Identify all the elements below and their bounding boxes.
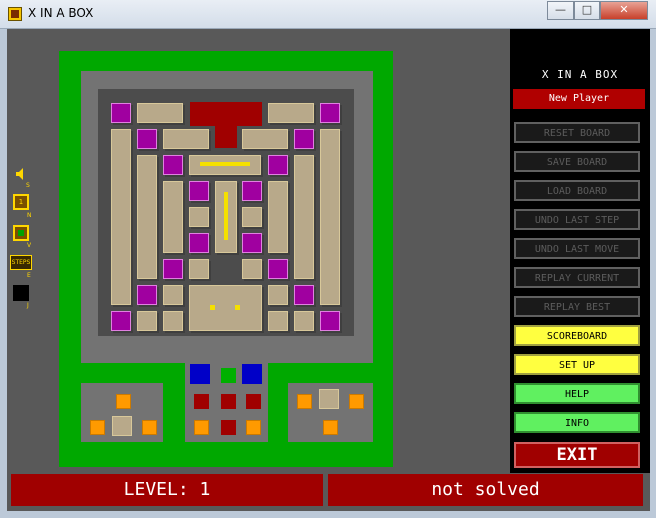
tray-tile[interactable] bbox=[242, 364, 262, 384]
bar-piece[interactable] bbox=[242, 129, 288, 149]
reset-board-button[interactable]: RESET BOARD bbox=[514, 122, 640, 143]
solve-status: not solved bbox=[328, 474, 643, 506]
steps-label: E bbox=[27, 272, 31, 279]
undo-last-step-button[interactable]: UNDO LAST STEP bbox=[514, 209, 640, 230]
purple-block[interactable] bbox=[242, 181, 262, 201]
bar-piece[interactable] bbox=[268, 103, 314, 123]
tray-tile[interactable] bbox=[221, 394, 236, 409]
bar-piece[interactable] bbox=[320, 129, 340, 305]
undo-last-move-button[interactable]: UNDO LAST MOVE bbox=[514, 238, 640, 259]
tray-tile[interactable] bbox=[246, 420, 261, 435]
tray-tile[interactable] bbox=[221, 368, 236, 383]
purple-block[interactable] bbox=[294, 285, 314, 305]
bar-piece[interactable] bbox=[163, 129, 209, 149]
bar-piece[interactable] bbox=[189, 285, 262, 331]
steps-icon[interactable]: STEPS bbox=[10, 255, 32, 270]
bar-piece[interactable] bbox=[294, 311, 314, 331]
bar-piece[interactable] bbox=[163, 181, 183, 253]
target-dot bbox=[235, 305, 240, 310]
exit-button[interactable]: EXIT bbox=[514, 442, 640, 468]
minimize-button[interactable]: — bbox=[547, 1, 574, 20]
black-square-icon[interactable] bbox=[13, 285, 29, 301]
yellow-marker bbox=[224, 192, 228, 240]
bar-piece[interactable] bbox=[137, 155, 157, 279]
replay-current-button[interactable]: REPLAY CURRENT bbox=[514, 267, 640, 288]
purple-block[interactable] bbox=[189, 233, 209, 253]
bar-piece[interactable] bbox=[242, 259, 262, 279]
purple-block[interactable] bbox=[163, 259, 183, 279]
window-title: X IN A BOX bbox=[28, 6, 94, 20]
level-indicator: LEVEL: 1 bbox=[11, 474, 323, 506]
bar-piece[interactable] bbox=[163, 285, 183, 305]
purple-block[interactable] bbox=[111, 103, 131, 123]
purple-block[interactable] bbox=[137, 129, 157, 149]
yellow-marker bbox=[200, 162, 250, 166]
info-button[interactable]: INFO bbox=[514, 412, 640, 433]
tray-tile[interactable] bbox=[190, 364, 210, 384]
tray-tile[interactable] bbox=[319, 389, 339, 409]
tray-tile[interactable] bbox=[349, 394, 364, 409]
purple-block[interactable] bbox=[137, 285, 157, 305]
tray-tile[interactable] bbox=[297, 394, 312, 409]
bar-piece[interactable] bbox=[268, 311, 288, 331]
purple-block[interactable] bbox=[189, 181, 209, 201]
bar-piece[interactable] bbox=[242, 207, 262, 227]
sound-icon[interactable] bbox=[16, 165, 26, 180]
panel-title: X IN A BOX bbox=[541, 68, 619, 81]
app-icon bbox=[8, 7, 22, 21]
maximize-button[interactable]: □ bbox=[574, 1, 600, 20]
purple-block[interactable] bbox=[320, 311, 340, 331]
bar-piece[interactable] bbox=[137, 311, 157, 331]
level-number-label: N bbox=[27, 212, 32, 219]
purple-block[interactable] bbox=[268, 259, 288, 279]
tray-tile[interactable] bbox=[323, 420, 338, 435]
tray-tile[interactable] bbox=[194, 420, 209, 435]
tray-tile[interactable] bbox=[112, 416, 132, 436]
bar-piece[interactable] bbox=[189, 207, 209, 227]
sound-label: S bbox=[26, 182, 30, 189]
level-number-icon[interactable]: 1 bbox=[13, 194, 29, 210]
view-icon[interactable] bbox=[13, 225, 29, 241]
bar-piece[interactable] bbox=[189, 259, 209, 279]
black-square-label: J bbox=[27, 302, 29, 309]
bar-piece[interactable] bbox=[137, 103, 183, 123]
bar-piece[interactable] bbox=[163, 311, 183, 331]
purple-block[interactable] bbox=[163, 155, 183, 175]
purple-block[interactable] bbox=[242, 233, 262, 253]
purple-block[interactable] bbox=[111, 311, 131, 331]
help-button[interactable]: HELP bbox=[514, 383, 640, 404]
title-bar: X IN A BOX — □ ✕ bbox=[0, 0, 656, 29]
target-dot bbox=[210, 305, 215, 310]
scoreboard-button[interactable]: SCOREBOARD bbox=[514, 325, 640, 346]
close-button[interactable]: ✕ bbox=[600, 1, 648, 20]
tray-tile[interactable] bbox=[116, 394, 131, 409]
tray-tile[interactable] bbox=[246, 394, 261, 409]
save-board-button[interactable]: SAVE BOARD bbox=[514, 151, 640, 172]
replay-best-button[interactable]: REPLAY BEST bbox=[514, 296, 640, 317]
red-t-piece-stem[interactable] bbox=[215, 126, 237, 148]
bar-piece[interactable] bbox=[111, 129, 131, 305]
tray-tile[interactable] bbox=[90, 420, 105, 435]
tray-tile[interactable] bbox=[194, 394, 209, 409]
purple-block[interactable] bbox=[320, 103, 340, 123]
bar-piece[interactable] bbox=[294, 155, 314, 279]
tray-tile[interactable] bbox=[221, 420, 236, 435]
red-t-piece-top[interactable] bbox=[190, 102, 262, 126]
bar-piece[interactable] bbox=[268, 285, 288, 305]
purple-block[interactable] bbox=[294, 129, 314, 149]
view-label: V bbox=[27, 242, 32, 249]
tray-tile[interactable] bbox=[142, 420, 157, 435]
bar-piece[interactable] bbox=[268, 181, 288, 253]
load-board-button[interactable]: LOAD BOARD bbox=[514, 180, 640, 201]
set-up-button[interactable]: SET UP bbox=[514, 354, 640, 375]
player-name-button[interactable]: New Player bbox=[513, 89, 645, 109]
purple-block[interactable] bbox=[268, 155, 288, 175]
